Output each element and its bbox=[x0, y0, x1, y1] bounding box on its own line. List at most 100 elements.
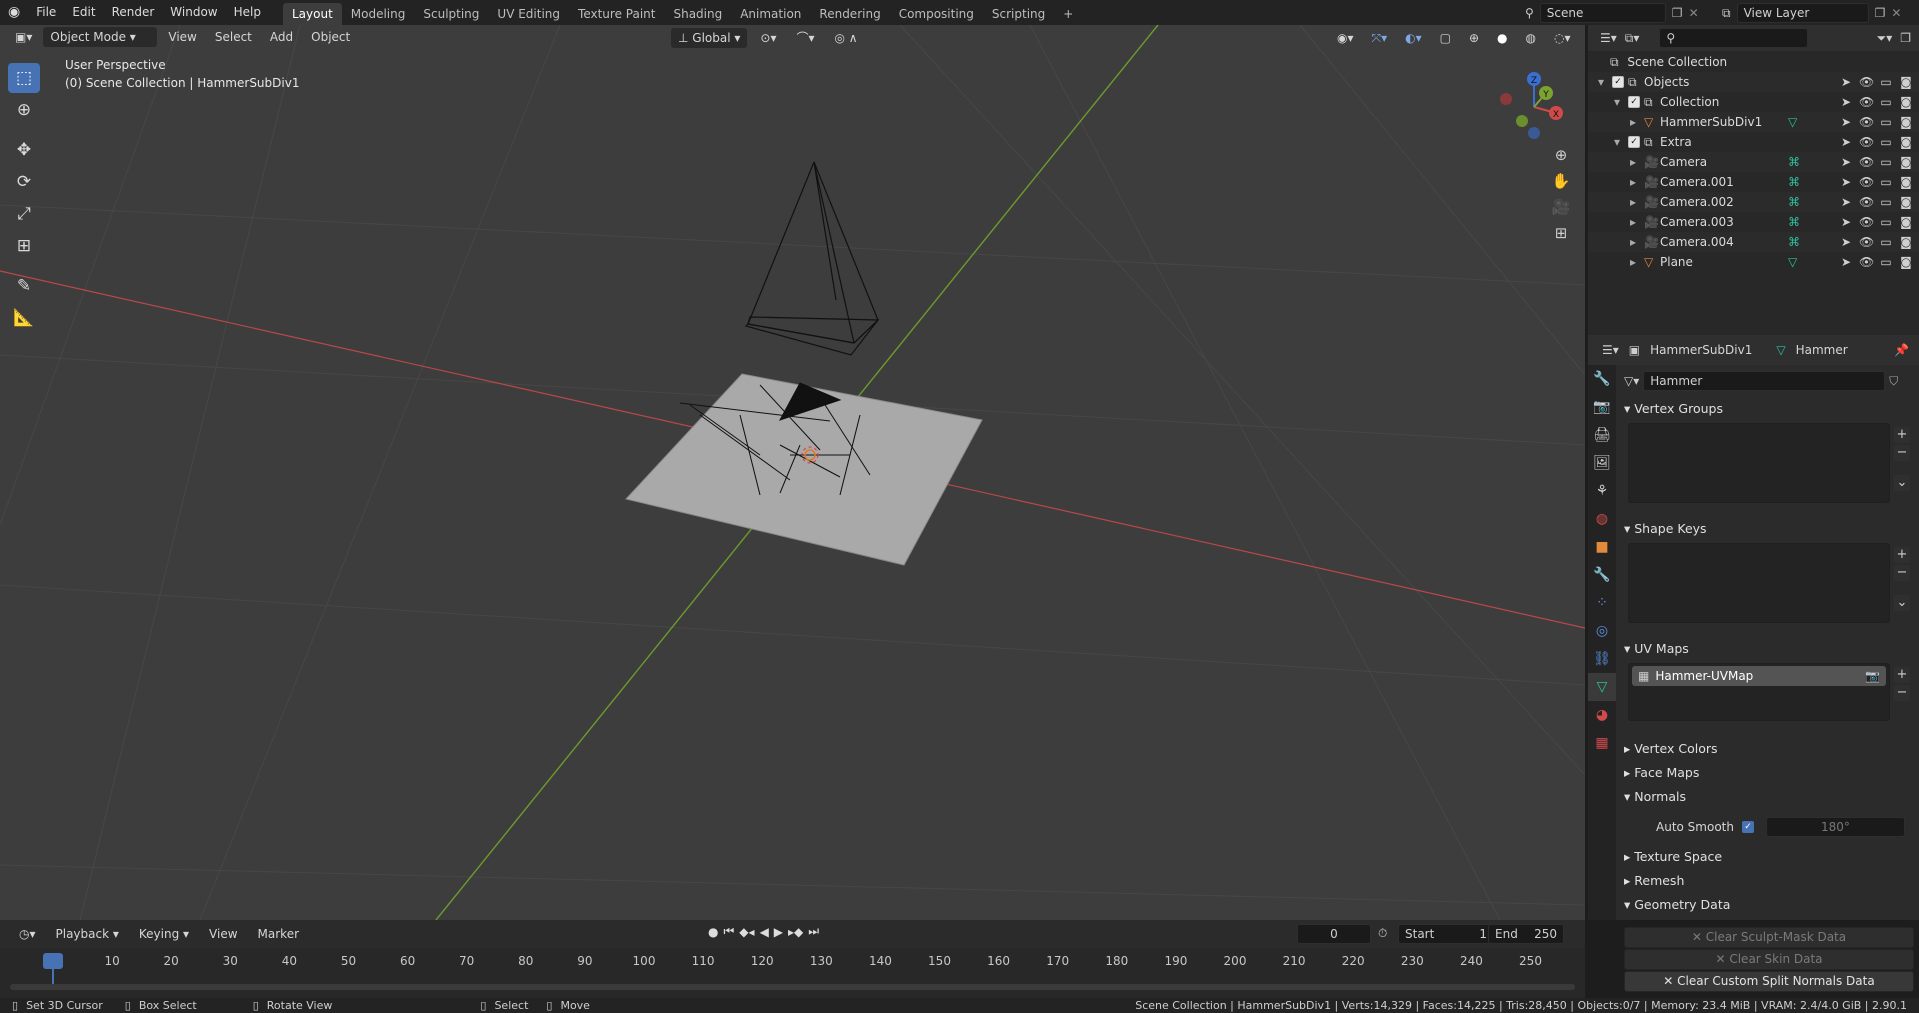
pin-icon[interactable]: 📌 bbox=[1894, 343, 1909, 357]
tool-tab-icon[interactable]: 🔧 bbox=[1588, 365, 1616, 393]
viewport-disable-icon[interactable]: ▭ bbox=[1879, 232, 1893, 252]
selectable-icon[interactable]: ➤ bbox=[1839, 112, 1853, 132]
mesh-data-icon[interactable]: ▽ bbox=[1788, 112, 1797, 132]
vertex-group-menu-button[interactable]: ⌄ bbox=[1894, 475, 1910, 491]
tab-texture-paint[interactable]: Texture Paint bbox=[569, 3, 664, 25]
expand-arrow-icon[interactable]: ▾ bbox=[1598, 72, 1604, 92]
render-camera-icon[interactable]: ◙ bbox=[1899, 112, 1913, 132]
menu-render[interactable]: Render bbox=[104, 0, 163, 25]
panel-vertex-groups[interactable]: ▾ Vertex Groups bbox=[1624, 399, 1723, 419]
output-tab-icon[interactable]: 🖨 bbox=[1588, 421, 1616, 449]
render-camera-icon[interactable]: ◙ bbox=[1899, 72, 1913, 92]
visibility-eye-icon[interactable]: 👁 bbox=[1859, 112, 1874, 132]
render-camera-icon[interactable]: ◙ bbox=[1899, 192, 1913, 212]
render-tab-icon[interactable]: 📷 bbox=[1588, 393, 1616, 421]
expand-arrow-icon[interactable]: ▸ bbox=[1630, 252, 1636, 272]
snap-icon[interactable]: ⌒▾ bbox=[789, 28, 821, 48]
uv-map-item[interactable]: ▦ Hammer-UVMap 📷 bbox=[1632, 666, 1886, 686]
move-tool-icon[interactable]: ✥ bbox=[8, 135, 40, 165]
timeline-scrollbar[interactable] bbox=[10, 984, 1575, 990]
viewport-disable-icon[interactable]: ▭ bbox=[1879, 92, 1893, 112]
overlay-icon[interactable]: ◐▾ bbox=[1398, 28, 1429, 48]
visibility-eye-icon[interactable]: 👁 bbox=[1859, 192, 1874, 212]
viewport-disable-icon[interactable]: ▭ bbox=[1879, 252, 1893, 272]
selectable-icon[interactable]: ➤ bbox=[1839, 172, 1853, 192]
proportional-edit-icon[interactable]: ◎ ∧ bbox=[828, 28, 865, 48]
selectable-icon[interactable]: ➤ bbox=[1839, 192, 1853, 212]
panel-texture-space[interactable]: ▸ Texture Space bbox=[1624, 847, 1722, 867]
panel-vertex-colors[interactable]: ▸ Vertex Colors bbox=[1624, 739, 1718, 759]
outliner-row-camera-002[interactable]: ▸ 🎥 Camera.002 ⌘ ➤ 👁 ▭ ◙ bbox=[1588, 192, 1919, 212]
outliner-editor-icon[interactable]: ☰▾ bbox=[1600, 31, 1617, 45]
render-camera-icon[interactable]: ◙ bbox=[1899, 212, 1913, 232]
panel-uv-maps[interactable]: ▾ UV Maps bbox=[1624, 639, 1689, 659]
selectable-icon[interactable]: ➤ bbox=[1839, 232, 1853, 252]
add-vertex-group-button[interactable]: + bbox=[1894, 427, 1910, 443]
viewport-disable-icon[interactable]: ▭ bbox=[1879, 192, 1893, 212]
display-mode-icon[interactable]: ⧉▾ bbox=[1625, 31, 1640, 46]
mesh-data-icon[interactable]: ▽ bbox=[1788, 252, 1797, 272]
clear-sculpt-mask-button[interactable]: ✕ Clear Sculpt-Mask Data bbox=[1624, 927, 1914, 948]
exclude-checkbox[interactable]: ✓ bbox=[1612, 76, 1624, 88]
blender-logo-icon[interactable]: ◉ bbox=[0, 0, 28, 25]
tab-sculpting[interactable]: Sculpting bbox=[414, 3, 488, 25]
shading-material-icon[interactable]: ◍ bbox=[1519, 28, 1543, 48]
exclude-checkbox[interactable]: ✓ bbox=[1628, 96, 1640, 108]
tab-uv-editing[interactable]: UV Editing bbox=[488, 3, 569, 25]
zoom-icon[interactable]: ⊕ bbox=[1548, 142, 1574, 168]
selectable-icon[interactable]: ➤ bbox=[1839, 212, 1853, 232]
shape-key-menu-button[interactable]: ⌄ bbox=[1894, 595, 1910, 611]
auto-smooth-angle-field[interactable]: 180° bbox=[1765, 817, 1905, 837]
uv-maps-list[interactable]: ▦ Hammer-UVMap 📷 bbox=[1628, 663, 1890, 721]
panel-face-maps[interactable]: ▸ Face Maps bbox=[1624, 763, 1699, 783]
pan-hand-icon[interactable]: ✋ bbox=[1548, 168, 1574, 194]
outliner-row-camera-001[interactable]: ▸ 🎥 Camera.001 ⌘ ➤ 👁 ▭ ◙ bbox=[1588, 172, 1919, 192]
visibility-eye-icon[interactable]: 👁 bbox=[1859, 212, 1874, 232]
menu-object[interactable]: Object bbox=[304, 27, 357, 47]
remove-vertex-group-button[interactable]: − bbox=[1894, 445, 1910, 461]
shading-solid-icon[interactable]: ● bbox=[1490, 28, 1514, 48]
outliner-row-hammersubdiv1[interactable]: ▸ ▽ HammerSubDiv1 ▽ ➤ 👁 ▭ ◙ bbox=[1588, 112, 1919, 132]
camera-data-icon[interactable]: ⌘ bbox=[1788, 152, 1800, 172]
expand-arrow-icon[interactable]: ▸ bbox=[1630, 152, 1636, 172]
menu-help[interactable]: Help bbox=[226, 0, 269, 25]
navigation-gizmo[interactable]: Z X Y bbox=[1490, 63, 1565, 148]
fake-user-icon[interactable]: ⛉ bbox=[1889, 374, 1898, 389]
3d-viewport[interactable]: ▣▾ Object Mode ▾ View Select Add Object … bbox=[0, 25, 1585, 920]
outliner-row-extra[interactable]: ▾ ✓ ⧉ Extra ➤ 👁 ▭ ◙ bbox=[1588, 132, 1919, 152]
viewport-scene[interactable] bbox=[0, 25, 1585, 920]
render-camera-icon[interactable]: ◙ bbox=[1899, 172, 1913, 192]
world-tab-icon[interactable]: ◍ bbox=[1588, 505, 1616, 533]
tab-shading[interactable]: Shading bbox=[664, 3, 731, 25]
constraints-tab-icon[interactable]: ⛓ bbox=[1588, 645, 1616, 673]
new-view-layer-icon[interactable]: ❐ bbox=[1875, 6, 1886, 20]
panel-shape-keys[interactable]: ▾ Shape Keys bbox=[1624, 519, 1707, 539]
menu-file[interactable]: File bbox=[28, 0, 64, 25]
viewport-disable-icon[interactable]: ▭ bbox=[1879, 212, 1893, 232]
expand-arrow-icon[interactable]: ▾ bbox=[1614, 92, 1620, 112]
panel-normals[interactable]: ▾ Normals bbox=[1624, 787, 1686, 807]
view-layer-tab-icon[interactable]: 🖼 bbox=[1588, 449, 1616, 477]
menu-view[interactable]: View bbox=[161, 27, 203, 47]
clear-skin-data-button[interactable]: ✕ Clear Skin Data bbox=[1624, 949, 1914, 970]
data-tab-icon[interactable]: ▽ bbox=[1588, 673, 1616, 701]
new-collection-icon[interactable]: ❐ bbox=[1900, 31, 1911, 45]
viewport-disable-icon[interactable]: ▭ bbox=[1879, 172, 1893, 192]
transform-orientation-dropdown[interactable]: ⊥ Global ▾ bbox=[671, 28, 748, 48]
panel-geometry-data[interactable]: ▾ Geometry Data bbox=[1624, 895, 1730, 915]
close-scene-icon[interactable]: ✕ bbox=[1689, 6, 1699, 20]
perspective-toggle-icon[interactable]: ⊞ bbox=[1548, 220, 1574, 246]
selectable-icon[interactable]: ➤ bbox=[1839, 132, 1853, 152]
shading-wireframe-icon[interactable]: ⊕ bbox=[1462, 28, 1486, 48]
outliner-row-camera-003[interactable]: ▸ 🎥 Camera.003 ⌘ ➤ 👁 ▭ ◙ bbox=[1588, 212, 1919, 232]
exclude-checkbox[interactable]: ✓ bbox=[1628, 136, 1640, 148]
panel-remesh[interactable]: ▸ Remesh bbox=[1624, 871, 1684, 891]
select-box-tool-icon[interactable]: ⬚ bbox=[8, 63, 40, 93]
camera-data-icon[interactable]: ⌘ bbox=[1788, 212, 1800, 232]
material-tab-icon[interactable]: ◕ bbox=[1588, 701, 1616, 729]
view-layer-field[interactable]: View Layer bbox=[1736, 3, 1869, 23]
expand-arrow-icon[interactable]: ▸ bbox=[1630, 172, 1636, 192]
selectable-icon[interactable]: ➤ bbox=[1839, 252, 1853, 272]
auto-smooth-checkbox[interactable]: ✓ bbox=[1741, 821, 1754, 833]
render-camera-icon[interactable]: ◙ bbox=[1899, 92, 1913, 112]
